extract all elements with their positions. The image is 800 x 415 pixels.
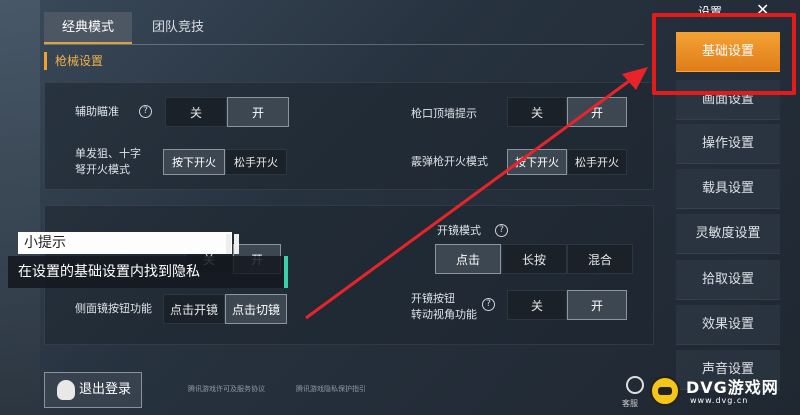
tip-deco [226, 234, 231, 254]
gamepad-logo-icon [650, 376, 680, 406]
settings-screen: 经典模式 团队竞技 枪械设置 辅助瞄准 ? 关 开 枪口顶墙提示 关 开 单发狙… [0, 0, 800, 415]
arrow-line [305, 74, 637, 320]
tip-title: 小提示 [18, 232, 232, 254]
arrow-head [622, 67, 648, 90]
terms-link[interactable]: 腾讯游戏许可及服务协议 [188, 384, 265, 394]
privacy-link[interactable]: 腾讯游戏隐私保护指引 [296, 384, 366, 394]
qq-icon [57, 380, 75, 400]
headset-icon [626, 376, 644, 394]
service-label: 客服 [622, 399, 638, 408]
watermark: DVG游戏网 www.dvg.cn [644, 372, 796, 410]
watermark-brand: DVG游戏网 [686, 378, 779, 397]
tip-body: 在设置的基础设置内找到隐私 [8, 256, 288, 288]
logout-button[interactable]: 退出登录 [44, 372, 142, 408]
logout-label: 退出登录 [79, 382, 132, 397]
pointer-arrow [305, 67, 648, 320]
tip-deco [234, 234, 239, 254]
watermark-url: www.dvg.cn [690, 396, 749, 405]
